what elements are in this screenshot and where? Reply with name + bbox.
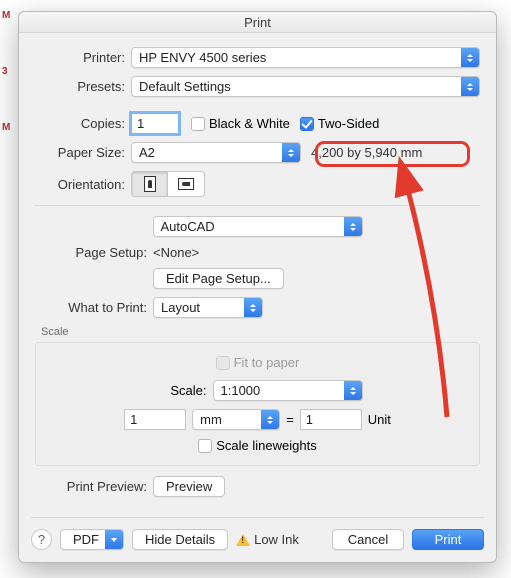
divider-bottom bbox=[31, 517, 484, 518]
what-to-print-value: Layout bbox=[161, 298, 200, 317]
twosided-checkbox[interactable] bbox=[300, 117, 314, 131]
fit-to-paper-checkbox bbox=[216, 356, 230, 370]
scale-lineweights-checkbox[interactable] bbox=[198, 439, 212, 453]
what-to-print-label: What to Print: bbox=[35, 300, 153, 315]
printer-label: Printer: bbox=[35, 50, 131, 65]
window-title: Print bbox=[19, 12, 496, 33]
cancel-button[interactable]: Cancel bbox=[332, 529, 404, 550]
print-dialog: Print Printer: HP ENVY 4500 series Prese… bbox=[18, 11, 497, 563]
paper-size-label: Paper Size: bbox=[35, 145, 131, 160]
bw-checkbox[interactable] bbox=[191, 117, 205, 131]
edit-page-setup-button[interactable]: Edit Page Setup... bbox=[153, 268, 284, 289]
presets-label: Presets: bbox=[35, 79, 131, 94]
divider bbox=[35, 205, 480, 206]
orientation-portrait[interactable] bbox=[132, 172, 168, 196]
scale-left-input[interactable] bbox=[124, 409, 186, 430]
orientation-landscape[interactable] bbox=[168, 172, 204, 196]
copies-input[interactable] bbox=[131, 113, 179, 134]
section-select[interactable]: AutoCAD bbox=[153, 216, 363, 237]
scale-unit-select[interactable]: mm bbox=[192, 409, 280, 430]
orientation-segmented bbox=[131, 171, 205, 197]
bg-text: M bbox=[2, 122, 10, 133]
copies-label: Copies: bbox=[35, 116, 131, 131]
equals-label: = bbox=[286, 412, 294, 427]
hide-details-button[interactable]: Hide Details bbox=[132, 529, 228, 550]
presets-value: Default Settings bbox=[139, 77, 231, 96]
scale-group: Fit to paper Scale: 1:1000 mm = Unit bbox=[35, 342, 480, 466]
pdf-menu-button[interactable]: PDF bbox=[60, 529, 124, 550]
preview-button[interactable]: Preview bbox=[153, 476, 225, 497]
print-button[interactable]: Print bbox=[412, 529, 484, 550]
print-preview-label: Print Preview: bbox=[35, 479, 153, 494]
warning-icon bbox=[236, 534, 250, 546]
scale-right-input[interactable] bbox=[300, 409, 362, 430]
bw-label: Black & White bbox=[209, 116, 290, 131]
low-ink-label: Low Ink bbox=[254, 532, 299, 547]
orientation-label: Orientation: bbox=[35, 177, 131, 192]
pdf-label: PDF bbox=[73, 532, 99, 547]
page-setup-label: Page Setup: bbox=[35, 245, 153, 260]
what-to-print-select[interactable]: Layout bbox=[153, 297, 263, 318]
bg-text: 3 bbox=[2, 66, 8, 77]
unit-label: Unit bbox=[368, 412, 391, 427]
scale-title: Scale bbox=[41, 326, 480, 338]
paper-size-select[interactable]: A2 bbox=[131, 142, 301, 163]
low-ink-warning: Low Ink bbox=[236, 532, 299, 547]
bg-text: M bbox=[2, 10, 10, 21]
presets-select[interactable]: Default Settings bbox=[131, 76, 480, 97]
scale-select[interactable]: 1:1000 bbox=[213, 380, 363, 401]
fit-to-paper-label: Fit to paper bbox=[234, 355, 300, 370]
printer-select[interactable]: HP ENVY 4500 series bbox=[131, 47, 480, 68]
page-setup-value: <None> bbox=[153, 245, 199, 260]
scale-value: 1:1000 bbox=[221, 381, 261, 400]
printer-value: HP ENVY 4500 series bbox=[139, 48, 266, 67]
scale-lineweights-label: Scale lineweights bbox=[216, 438, 316, 453]
help-button[interactable]: ? bbox=[31, 529, 52, 550]
paper-dimensions: 4,200 by 5,940 mm bbox=[311, 145, 422, 160]
paper-size-value: A2 bbox=[139, 143, 155, 162]
section-value: AutoCAD bbox=[161, 217, 215, 236]
scale-label: Scale: bbox=[153, 383, 213, 398]
scale-unit-value: mm bbox=[200, 410, 222, 429]
twosided-label: Two-Sided bbox=[318, 116, 379, 131]
